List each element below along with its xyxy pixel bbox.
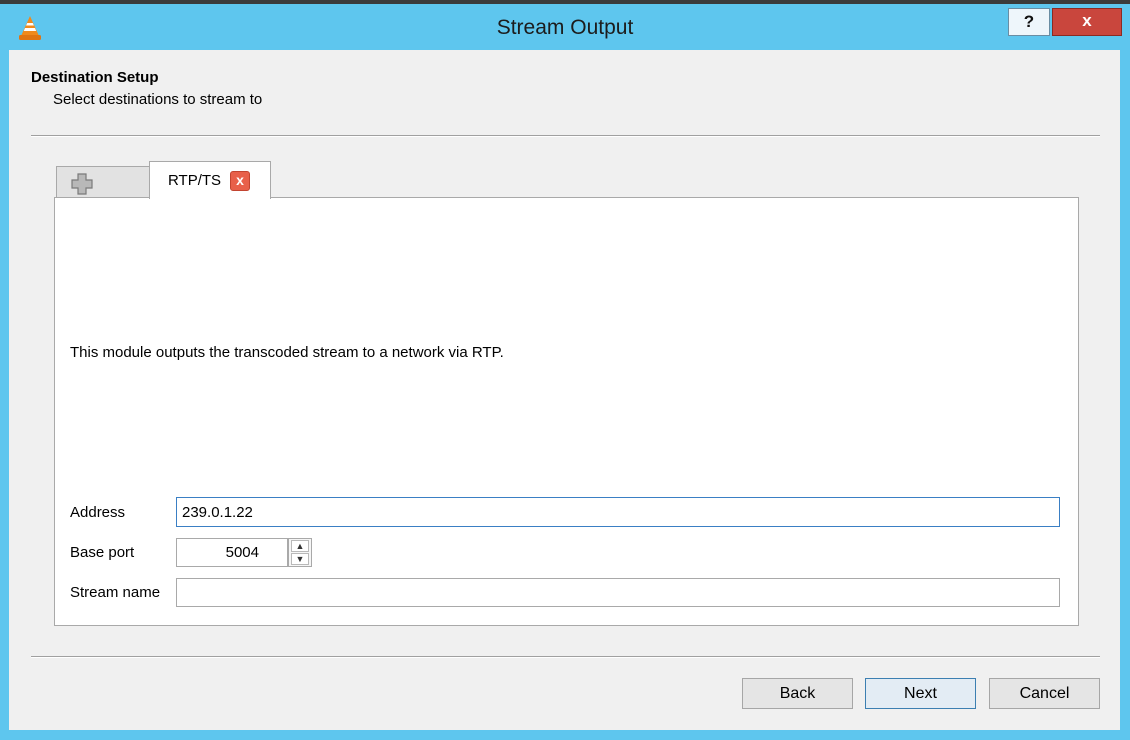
tab-rtp-ts[interactable]: RTP/TS x	[149, 161, 271, 199]
plus-icon	[71, 173, 93, 195]
page-subtitle: Select destinations to stream to	[53, 91, 263, 108]
back-button[interactable]: Back	[742, 678, 853, 709]
next-button[interactable]: Next	[865, 678, 976, 709]
close-tab-icon[interactable]: x	[230, 171, 250, 191]
header-divider	[31, 135, 1100, 137]
title-bar[interactable]: Stream Output ? x	[0, 4, 1130, 50]
tab-label: RTP/TS	[168, 172, 222, 189]
address-label: Address	[70, 504, 126, 521]
spin-up-icon[interactable]: ▲	[291, 540, 309, 552]
base-port-stepper[interactable]	[176, 538, 288, 567]
module-description: This module outputs the transcoded strea…	[70, 344, 504, 361]
spin-down-icon[interactable]: ▼	[291, 553, 309, 565]
page-title: Destination Setup	[31, 69, 159, 86]
footer-divider	[31, 656, 1100, 658]
help-button[interactable]: ?	[1008, 8, 1050, 36]
dialog-body: Destination Setup Select destinations to…	[9, 50, 1120, 730]
stream-name-input[interactable]	[176, 578, 1060, 607]
add-destination-tab[interactable]	[56, 166, 151, 198]
destination-panel: This module outputs the transcoded strea…	[54, 197, 1079, 626]
window-title: Stream Output	[496, 16, 634, 39]
stream-name-label: Stream name	[70, 584, 161, 601]
address-input[interactable]	[176, 497, 1060, 527]
cancel-button[interactable]: Cancel	[989, 678, 1100, 709]
port-spinner: ▲ ▼	[288, 538, 312, 567]
base-port-label: Base port	[70, 544, 135, 561]
close-button[interactable]: x	[1052, 8, 1122, 36]
